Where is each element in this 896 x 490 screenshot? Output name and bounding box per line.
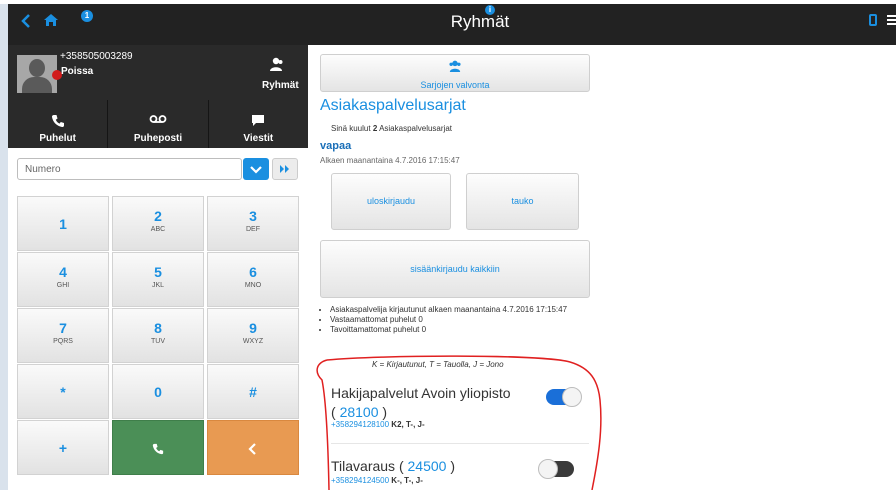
section-title: Asiakaspalvelusarjat	[320, 97, 466, 114]
key-1[interactable]: 1	[17, 196, 109, 251]
queue-name: Hakijapalvelut Avoin yliopisto( 28100 )	[331, 385, 511, 420]
key-hash[interactable]: #	[207, 364, 299, 419]
tab-calls-label: Puhelut	[39, 133, 76, 144]
number-input[interactable]	[17, 158, 242, 180]
key-0[interactable]: 0	[112, 364, 204, 419]
groups-link[interactable]: Ryhmät	[262, 80, 299, 91]
queue-phone-link[interactable]: +358294128100	[331, 420, 389, 429]
key-8[interactable]: 8 TUV	[112, 308, 204, 363]
mobile-icon[interactable]	[869, 14, 877, 26]
tab-messages[interactable]: Viestit	[209, 100, 308, 148]
agent-status: vapaa	[320, 140, 352, 152]
queue-number-link[interactable]: 28100	[340, 404, 379, 420]
key-star[interactable]: *	[17, 364, 109, 419]
tab-messages-label: Viestit	[243, 133, 274, 144]
membership-text: Sinä kuulut 2 Asiakaspalvelusarjat	[331, 124, 452, 133]
status-since: Alkaen maanantaina 4.7.2016 17:15:47	[320, 156, 460, 165]
tab-calls[interactable]: Puhelut	[8, 100, 109, 148]
login-all-button[interactable]: sisäänkirjaudu kaikkiin	[320, 240, 590, 298]
double-chevron-right-icon	[280, 165, 289, 173]
queue-name: Tilavaraus ( 24500 )	[331, 458, 456, 474]
tab-voicemail[interactable]: Puheposti	[108, 100, 209, 148]
key-9[interactable]: 9 WXYZ	[207, 308, 299, 363]
voicemail-icon	[149, 115, 167, 123]
avatar[interactable]	[17, 55, 57, 93]
queue-phone-link[interactable]: +358294124500	[331, 476, 389, 485]
logout-button[interactable]: uloskirjaudu	[331, 173, 451, 230]
phone-icon	[152, 443, 164, 455]
dial-forward-button[interactable]	[272, 158, 298, 180]
user-presence-status[interactable]: Poissa	[61, 66, 93, 77]
chevron-left-icon	[248, 443, 256, 455]
groups-icon[interactable]	[268, 57, 284, 71]
page-title: Ryhmät	[450, 12, 510, 31]
queue-toggle[interactable]	[538, 459, 574, 479]
series-monitoring-label: Sarjojen valvonta	[420, 80, 490, 90]
user-phone-number: +358505003289	[60, 51, 133, 62]
chevron-down-icon	[250, 166, 262, 174]
groups-icon	[449, 60, 461, 72]
message-icon	[252, 115, 265, 126]
key-6[interactable]: 6 MNO	[207, 252, 299, 307]
key-plus[interactable]: +	[17, 420, 109, 475]
pause-button[interactable]: tauko	[466, 173, 579, 230]
missed-calls-badge: 1	[81, 10, 93, 22]
home-icon[interactable]	[42, 11, 60, 29]
queue-details: +358294128100 K2, T-, J-	[331, 420, 425, 429]
main-nav: Puhelut Puheposti Viestit	[8, 100, 308, 148]
call-button[interactable]	[112, 420, 204, 475]
list-item: Vastaamattomat puhelut 0	[330, 315, 570, 325]
phone-icon	[51, 115, 64, 128]
dial-keypad: 1 2 ABC 3 DEF 4 GHI 5 JKL 6 MNO 7 PQRS 8 TUV 9W…	[17, 196, 300, 478]
key-2[interactable]: 2 ABC	[112, 196, 204, 251]
series-monitoring-button[interactable]: Sarjojen valvonta	[320, 54, 590, 92]
status-legend: K = Kirjautunut, T = Tauolla, J = Jono	[372, 360, 504, 369]
hamburger-icon[interactable]	[887, 15, 896, 26]
info-icon[interactable]: i	[485, 5, 495, 15]
queue-toggle[interactable]	[546, 387, 582, 407]
backspace-button[interactable]	[207, 420, 299, 475]
agent-info-list: Asiakaspalvelija kirjautunut alkaen maan…	[320, 305, 570, 335]
queue-details: +358294124500 K-, T-, J-	[331, 476, 423, 485]
chevron-left-icon[interactable]	[18, 12, 36, 30]
list-item: Tavoittamattomat puhelut 0	[330, 325, 570, 335]
divider	[331, 443, 589, 444]
key-3[interactable]: 3 DEF	[207, 196, 299, 251]
left-edge-strip	[0, 4, 8, 490]
number-history-button[interactable]	[243, 158, 269, 180]
queue-number-link[interactable]: 24500	[408, 458, 447, 474]
tab-voicemail-label: Puheposti	[133, 133, 183, 144]
key-4[interactable]: 4 GHI	[17, 252, 109, 307]
key-7[interactable]: 7 PQRS	[17, 308, 109, 363]
list-item: Asiakaspalvelija kirjautunut alkaen maan…	[330, 305, 570, 315]
key-5[interactable]: 5 JKL	[112, 252, 204, 307]
